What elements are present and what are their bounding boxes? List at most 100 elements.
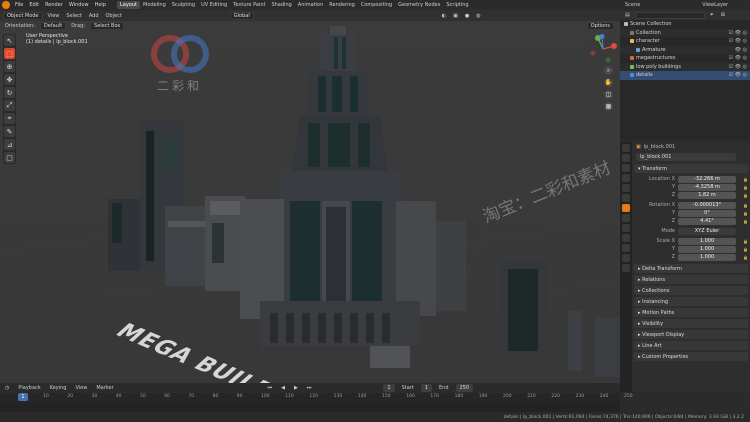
current-frame-field[interactable]: 1 (383, 384, 395, 392)
lock-icon[interactable]: 🔒 (743, 255, 748, 260)
rotation-y-field[interactable]: 0° (678, 209, 736, 217)
lock-icon[interactable]: 🔒 (743, 203, 748, 208)
cursor3d-tool-icon[interactable]: ⊕ (4, 61, 15, 72)
menu-playback[interactable]: Playback (16, 385, 42, 391)
options-dropdown[interactable]: Options (586, 21, 614, 30)
orientation-dropdown[interactable]: Default (39, 21, 67, 30)
outliner-item-low-poly-buildings[interactable]: low poly buildings ☑ 👁 ◎ (620, 62, 750, 71)
play-icon[interactable]: ▶ (292, 385, 300, 391)
camera-view-icon[interactable]: ◫ (604, 90, 613, 99)
tab-rendering[interactable]: Rendering (326, 1, 358, 9)
shading-solid-icon[interactable]: ● (463, 13, 471, 19)
perspective-toggle-icon[interactable]: ▦ (604, 102, 613, 111)
line-art-section[interactable]: ▸ Line Art (634, 341, 748, 350)
outliner-item-megastructures[interactable]: megastructures ☑ 👁 ◎ (620, 54, 750, 63)
menu-marker[interactable]: Marker (94, 385, 115, 391)
transform-section-header[interactable]: ▾ Transform (634, 164, 748, 173)
tab-sculpting[interactable]: Sculpting (169, 1, 198, 9)
tab-shading[interactable]: Shading (268, 1, 294, 9)
tab-modeling[interactable]: Modeling (140, 1, 169, 9)
scene-selector[interactable]: Scene (623, 2, 642, 8)
object-name-field[interactable]: lp_block.001 (636, 153, 736, 161)
rotate-tool-icon[interactable]: ↻ (4, 87, 15, 98)
render-tab-icon[interactable] (622, 154, 630, 162)
outliner-search-input[interactable] (634, 11, 705, 19)
tab-texture-paint[interactable]: Texture Paint (230, 1, 268, 9)
lock-icon[interactable]: 🔒 (743, 185, 748, 190)
relations-section[interactable]: ▸ Relations (634, 275, 748, 284)
viewport-display-section[interactable]: ▸ Viewport Display (634, 330, 748, 339)
tab-layout[interactable]: Layout (117, 1, 140, 9)
visibility-icons[interactable]: ☑ 👁 ◎ (729, 55, 747, 61)
lock-icon[interactable]: 🔒 (743, 247, 748, 252)
material-tab-icon[interactable] (622, 264, 630, 272)
motion-paths-section[interactable]: ▸ Motion Paths (634, 308, 748, 317)
outliner-root[interactable]: Scene Collection (620, 20, 750, 29)
collections-section[interactable]: ▸ Collections (634, 286, 748, 295)
outliner-item-details[interactable]: details ☑ 👁 ◎ (620, 71, 750, 80)
scale-z-field[interactable]: 1.000 (678, 253, 736, 261)
tab-uv-editing[interactable]: UV Editing (198, 1, 230, 9)
play-reverse-icon[interactable]: ◀ (279, 385, 287, 391)
xray-toggle-icon[interactable]: ▣ (451, 13, 460, 19)
location-z-field[interactable]: 1.82 m (678, 191, 736, 199)
menu-timeline-view[interactable]: View (73, 385, 89, 391)
scale-x-field[interactable]: 1.000 (678, 237, 736, 245)
jump-start-icon[interactable]: ⏮ (266, 385, 275, 391)
menu-keying[interactable]: Keying (48, 385, 69, 391)
object-tab-icon[interactable] (622, 204, 630, 212)
transform-orientation-dropdown[interactable]: Global (229, 11, 254, 20)
location-y-field[interactable]: -4.3258 m (678, 183, 736, 191)
pan-hand-icon[interactable]: ✋ (604, 78, 613, 87)
visibility-icons[interactable]: ☑ 👁 ◎ (729, 72, 747, 78)
menu-view[interactable]: View (46, 13, 62, 19)
menu-select[interactable]: Select (64, 13, 83, 19)
menu-edit[interactable]: Edit (26, 2, 42, 8)
menu-render[interactable]: Render (42, 2, 66, 8)
drag-dropdown[interactable]: Select Box (90, 21, 125, 30)
scale-tool-icon[interactable]: ⤢ (4, 100, 15, 111)
new-collection-icon[interactable]: ⊞ (719, 12, 727, 18)
output-tab-icon[interactable] (622, 164, 630, 172)
blender-logo-icon[interactable] (2, 1, 10, 9)
timeline-editor-icon[interactable]: ◷ (3, 385, 11, 391)
timeline-ruler[interactable]: 0102030405060708090100110120130140150160… (0, 393, 633, 403)
rotation-z-field[interactable]: 4.41° (678, 217, 736, 225)
select-box-tool-icon[interactable]: ⬚ (4, 48, 15, 59)
custom-properties-section[interactable]: ▸ Custom Properties (634, 352, 748, 361)
tool-tab-icon[interactable] (622, 144, 630, 152)
outliner-item-character[interactable]: character ☑ 👁 ◎ (620, 37, 750, 46)
menu-object[interactable]: Object (104, 13, 124, 19)
visibility-icons[interactable]: ☑ 👁 ◎ (729, 30, 747, 36)
navigation-gizmo[interactable] (588, 34, 618, 64)
end-frame-field[interactable]: 250 (455, 384, 474, 392)
constraints-tab-icon[interactable] (622, 244, 630, 252)
visibility-icons[interactable]: 👁 ◎ (735, 47, 747, 53)
menu-help[interactable]: Help (92, 2, 109, 8)
rotation-x-field[interactable]: -0.000013° (678, 201, 736, 209)
annotate-tool-icon[interactable]: ✎ (4, 126, 15, 137)
playhead[interactable]: 1 (18, 393, 28, 401)
outliner-item-collection[interactable]: Collection ☑ 👁 ◎ (620, 28, 750, 37)
outliner-item-armature[interactable]: Armature 👁 ◎ (620, 45, 750, 54)
lock-icon[interactable]: 🔒 (743, 211, 748, 216)
start-frame-field[interactable]: 1 (420, 384, 432, 392)
scale-y-field[interactable]: 1.000 (678, 245, 736, 253)
tab-scripting[interactable]: Scripting (443, 1, 471, 9)
particles-tab-icon[interactable] (622, 224, 630, 232)
tab-compositing[interactable]: Compositing (358, 1, 395, 9)
lock-icon[interactable]: 🔒 (743, 193, 748, 198)
data-tab-icon[interactable] (622, 254, 630, 262)
zoom-icon[interactable]: ⌕ (604, 66, 613, 75)
transform-tool-icon[interactable]: ⌖ (4, 113, 15, 124)
object-mode-dropdown[interactable]: Object Mode (3, 11, 43, 20)
location-x-field[interactable]: -32.266 m (678, 175, 736, 183)
outliner-display-mode-icon[interactable]: ▤ (623, 12, 632, 18)
rotation-mode-dropdown[interactable]: XYZ Euler (678, 227, 736, 235)
menu-window[interactable]: Window (66, 2, 92, 8)
lock-icon[interactable]: 🔒 (743, 239, 748, 244)
modifier-tab-icon[interactable] (622, 214, 630, 222)
shading-material-icon[interactable]: ◍ (474, 13, 482, 19)
delta-transform-section[interactable]: ▸ Delta Transform (634, 264, 748, 273)
lock-icon[interactable]: 🔒 (743, 219, 748, 224)
